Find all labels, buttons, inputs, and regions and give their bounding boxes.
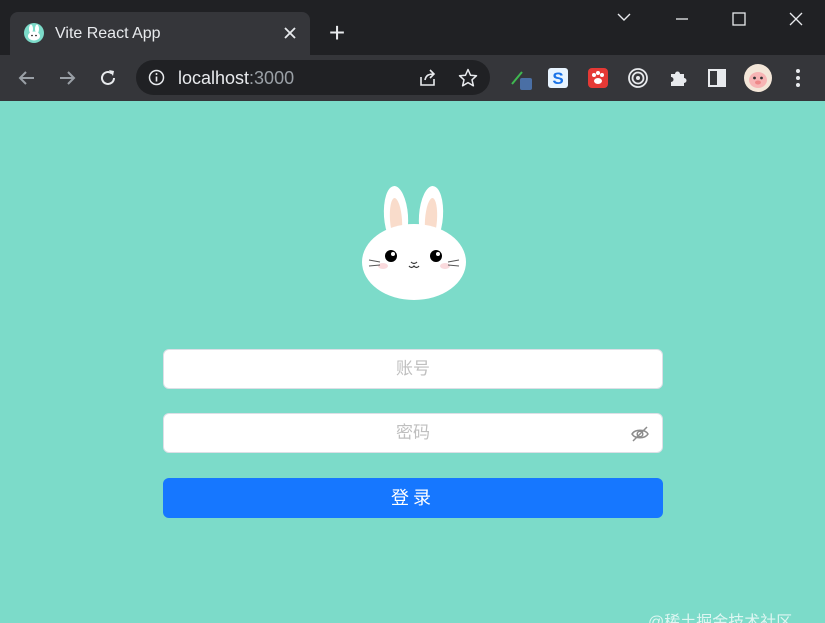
reload-icon[interactable] <box>93 63 123 93</box>
svg-text:S: S <box>552 69 563 88</box>
tab-search-icon[interactable] <box>604 8 644 34</box>
tab-title: Vite React App <box>55 25 161 42</box>
info-icon[interactable] <box>148 69 165 91</box>
target-extension-icon[interactable] <box>626 66 650 90</box>
profile-avatar[interactable] <box>744 64 772 92</box>
watermark-text: @稀土掘金技术社区 <box>648 614 793 623</box>
url-host: localhost <box>178 68 250 88</box>
browser-toolbar: localhost:3000 S <box>0 55 825 101</box>
account-field <box>163 349 663 389</box>
account-input[interactable] <box>164 350 662 388</box>
rabbit-logo-icon <box>358 184 470 302</box>
new-tab-button[interactable]: + <box>322 18 352 48</box>
close-window-icon[interactable] <box>776 8 816 34</box>
tab-close-icon[interactable] <box>278 21 302 45</box>
star-icon[interactable] <box>458 68 478 88</box>
share-icon[interactable] <box>418 68 438 88</box>
s-extension-icon[interactable]: S <box>546 66 570 90</box>
maximize-icon[interactable] <box>719 8 759 34</box>
url-text[interactable]: localhost:3000 <box>178 68 294 89</box>
password-input[interactable] <box>164 414 662 452</box>
rabbit-favicon-icon <box>24 23 44 43</box>
browser-titlebar: Vite React App + <box>0 0 825 55</box>
kebab-menu-icon[interactable] <box>786 66 810 90</box>
minimize-icon[interactable] <box>662 8 702 34</box>
url-port: :3000 <box>249 68 295 88</box>
eye-off-icon[interactable] <box>630 424 650 449</box>
password-field <box>163 413 663 453</box>
puzzle-icon[interactable] <box>666 66 690 90</box>
browser-tab[interactable]: Vite React App <box>10 12 310 55</box>
color-picker-extension-icon[interactable] <box>508 66 532 90</box>
paw-extension-icon[interactable] <box>586 66 610 90</box>
address-bar[interactable]: localhost:3000 <box>136 60 490 95</box>
back-arrow-icon[interactable] <box>12 63 42 93</box>
login-button[interactable]: 登录 <box>163 478 663 518</box>
forward-arrow-icon[interactable] <box>52 63 82 93</box>
sidepanel-icon[interactable] <box>705 66 729 90</box>
